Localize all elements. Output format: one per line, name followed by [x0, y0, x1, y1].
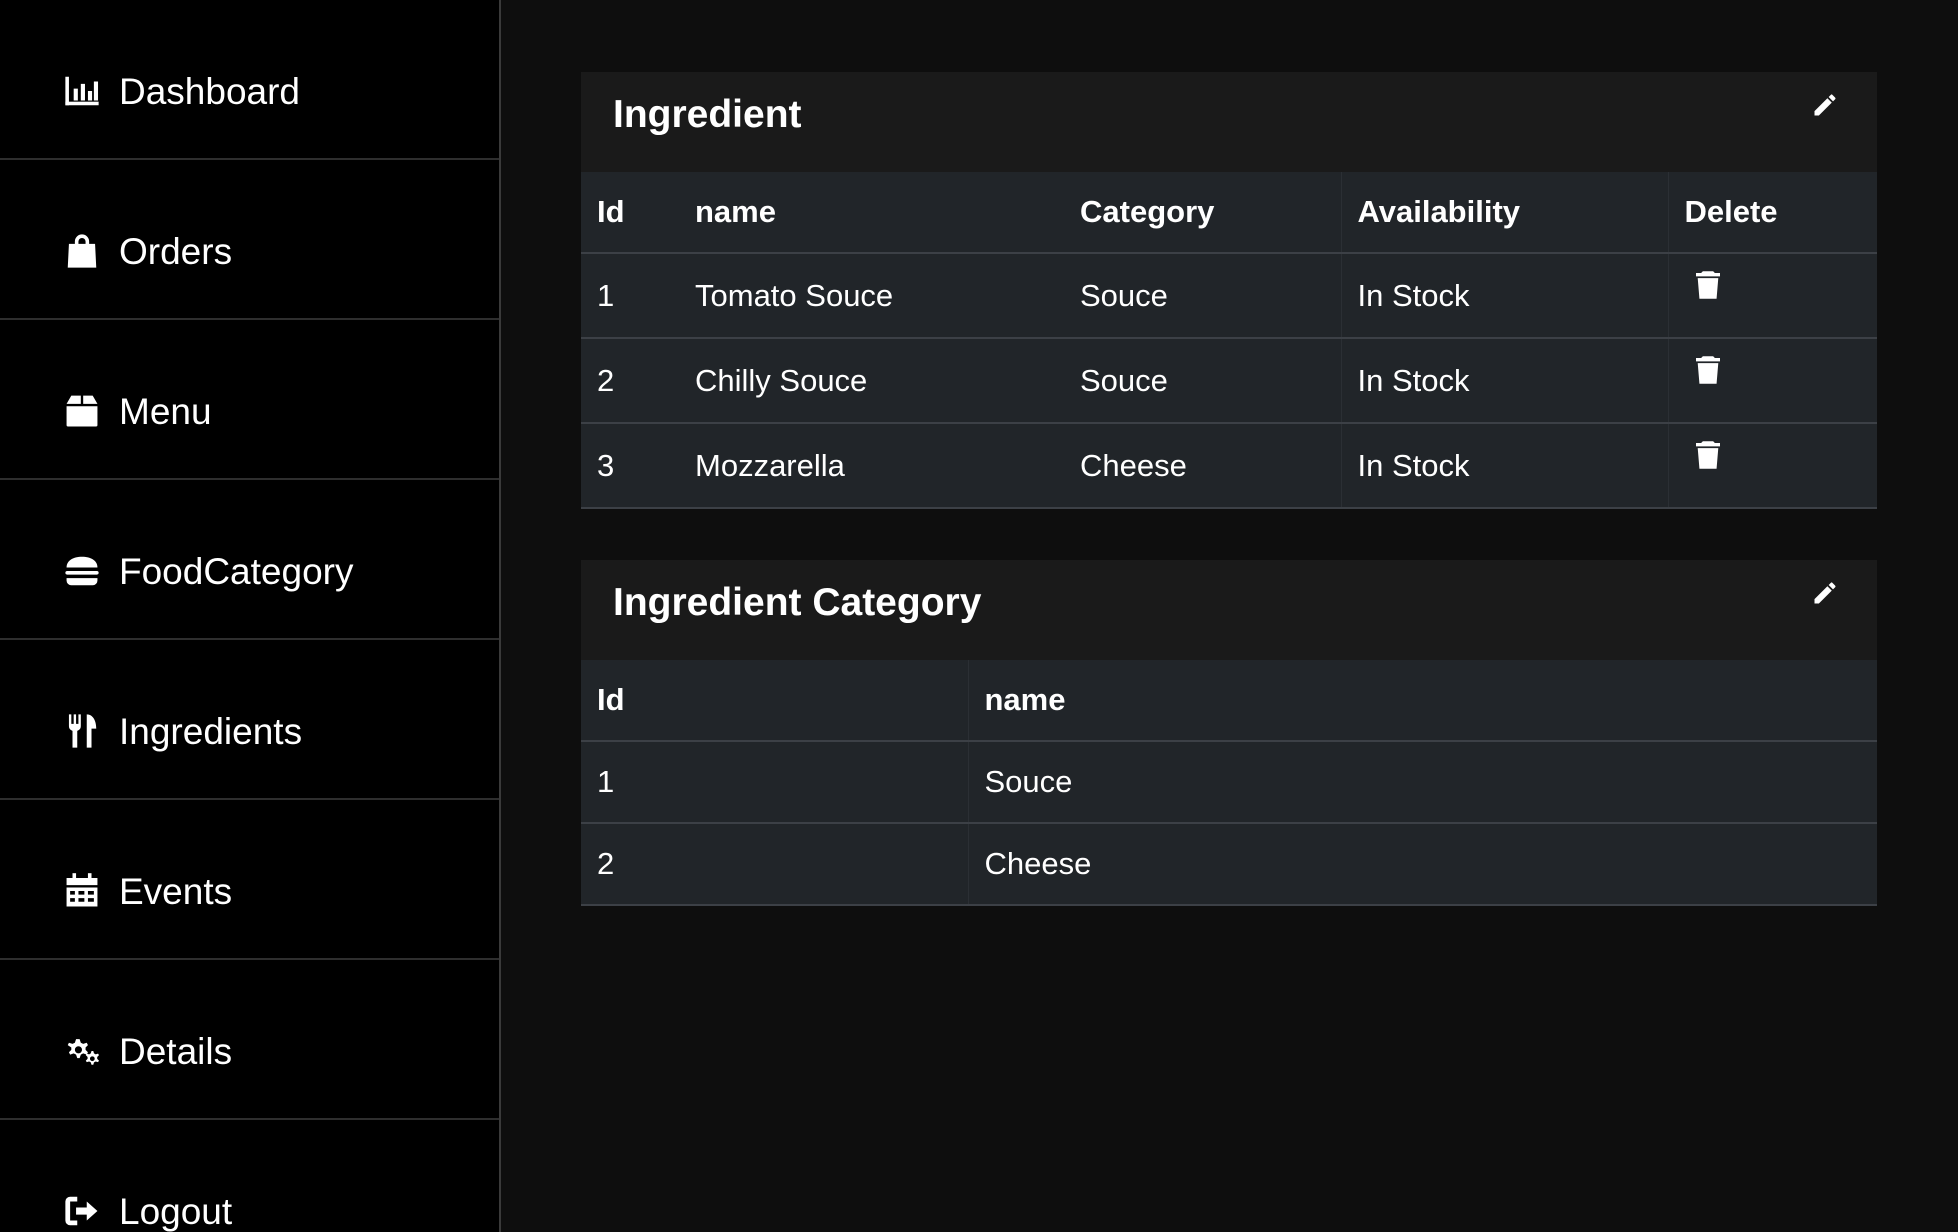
card-title: Ingredient	[613, 93, 802, 136]
sidebar-item-label: Logout	[119, 1191, 233, 1232]
trash-icon	[1695, 440, 1720, 469]
column-header-delete: Delete	[1668, 172, 1877, 254]
cell-availability: In Stock	[1341, 423, 1669, 509]
ingredient-card: Ingredient Id name Category Availability…	[581, 72, 1877, 509]
sidebar-item-label: Events	[119, 871, 233, 912]
sidebar-item-foodcategory[interactable]: FoodCategory	[0, 480, 499, 640]
ingredient-category-table: Id name 1 Souce 2 Cheese	[581, 660, 1877, 906]
cogs-icon	[63, 1031, 101, 1071]
delete-button[interactable]	[1693, 439, 1723, 471]
app-root: Dashboard Orders Menu FoodCategory Ingre…	[0, 0, 1958, 1232]
sidebar-item-logout[interactable]: Logout	[0, 1120, 499, 1232]
sidebar-item-dashboard[interactable]: Dashboard	[0, 0, 499, 160]
cell-category: Souce	[1064, 338, 1342, 424]
sidebar-item-label: Orders	[119, 231, 233, 272]
utensils-icon	[63, 711, 101, 751]
cell-category: Cheese	[1064, 423, 1342, 509]
cell-delete	[1668, 253, 1877, 339]
column-header-name: name	[968, 660, 1877, 742]
cell-id: 2	[581, 338, 679, 424]
edit-ingredients-button[interactable]	[1805, 87, 1845, 127]
table-header-row: Id name Category Availability Delete	[581, 172, 1877, 254]
sidebar-item-orders[interactable]: Orders	[0, 160, 499, 320]
column-header-id: Id	[581, 172, 679, 254]
box-icon	[63, 391, 101, 431]
sidebar-item-label: Dashboard	[119, 71, 301, 112]
column-header-availability: Availability	[1341, 172, 1669, 254]
sidebar-item-menu[interactable]: Menu	[0, 320, 499, 480]
column-header-name: name	[679, 172, 1064, 254]
cell-id: 2	[581, 823, 969, 906]
sidebar-item-events[interactable]: Events	[0, 800, 499, 960]
shopping-bag-icon	[63, 231, 101, 271]
cell-name: Tomato Souce	[679, 253, 1064, 339]
edit-categories-button[interactable]	[1805, 575, 1845, 615]
table-row: 2 Cheese	[581, 823, 1877, 906]
sidebar-item-details[interactable]: Details	[0, 960, 499, 1120]
chart-bar-icon	[63, 71, 101, 111]
cell-id: 1	[581, 741, 969, 824]
column-header-category: Category	[1064, 172, 1342, 254]
cell-delete	[1668, 423, 1877, 509]
pencil-icon	[1811, 91, 1839, 124]
main-content: Ingredient Id name Category Availability…	[501, 0, 1958, 1232]
cell-availability: In Stock	[1341, 253, 1669, 339]
sign-out-icon	[63, 1191, 101, 1231]
table-row: 1 Souce	[581, 741, 1877, 824]
cell-name: Chilly Souce	[679, 338, 1064, 424]
table-row: 3 Mozzarella Cheese In Stock	[581, 423, 1877, 509]
delete-button[interactable]	[1693, 354, 1723, 386]
cell-name: Mozzarella	[679, 423, 1064, 509]
cell-availability: In Stock	[1341, 338, 1669, 424]
ingredient-category-card: Ingredient Category Id name 1 Souce 2 Ch…	[581, 560, 1877, 906]
cell-id: 1	[581, 253, 679, 339]
card-header: Ingredient	[581, 72, 1877, 172]
cell-name: Cheese	[968, 823, 1877, 906]
ingredient-table: Id name Category Availability Delete 1 T…	[581, 172, 1877, 509]
cell-name: Souce	[968, 741, 1877, 824]
trash-icon	[1695, 355, 1720, 384]
sidebar: Dashboard Orders Menu FoodCategory Ingre…	[0, 0, 501, 1232]
delete-button[interactable]	[1693, 269, 1723, 301]
cell-delete	[1668, 338, 1877, 424]
sidebar-item-ingredients[interactable]: Ingredients	[0, 640, 499, 800]
table-header-row: Id name	[581, 660, 1877, 742]
calendar-icon	[63, 871, 101, 911]
cell-id: 3	[581, 423, 679, 509]
pencil-icon	[1811, 579, 1839, 612]
column-header-id: Id	[581, 660, 969, 742]
sidebar-item-label: FoodCategory	[119, 551, 354, 592]
sidebar-item-label: Menu	[119, 391, 212, 432]
sidebar-item-label: Ingredients	[119, 711, 303, 752]
card-header: Ingredient Category	[581, 560, 1877, 660]
table-row: 1 Tomato Souce Souce In Stock	[581, 253, 1877, 339]
table-row: 2 Chilly Souce Souce In Stock	[581, 338, 1877, 424]
trash-icon	[1695, 270, 1720, 299]
hamburger-icon	[63, 551, 101, 591]
cell-category: Souce	[1064, 253, 1342, 339]
card-title: Ingredient Category	[613, 581, 982, 624]
sidebar-item-label: Details	[119, 1031, 233, 1072]
